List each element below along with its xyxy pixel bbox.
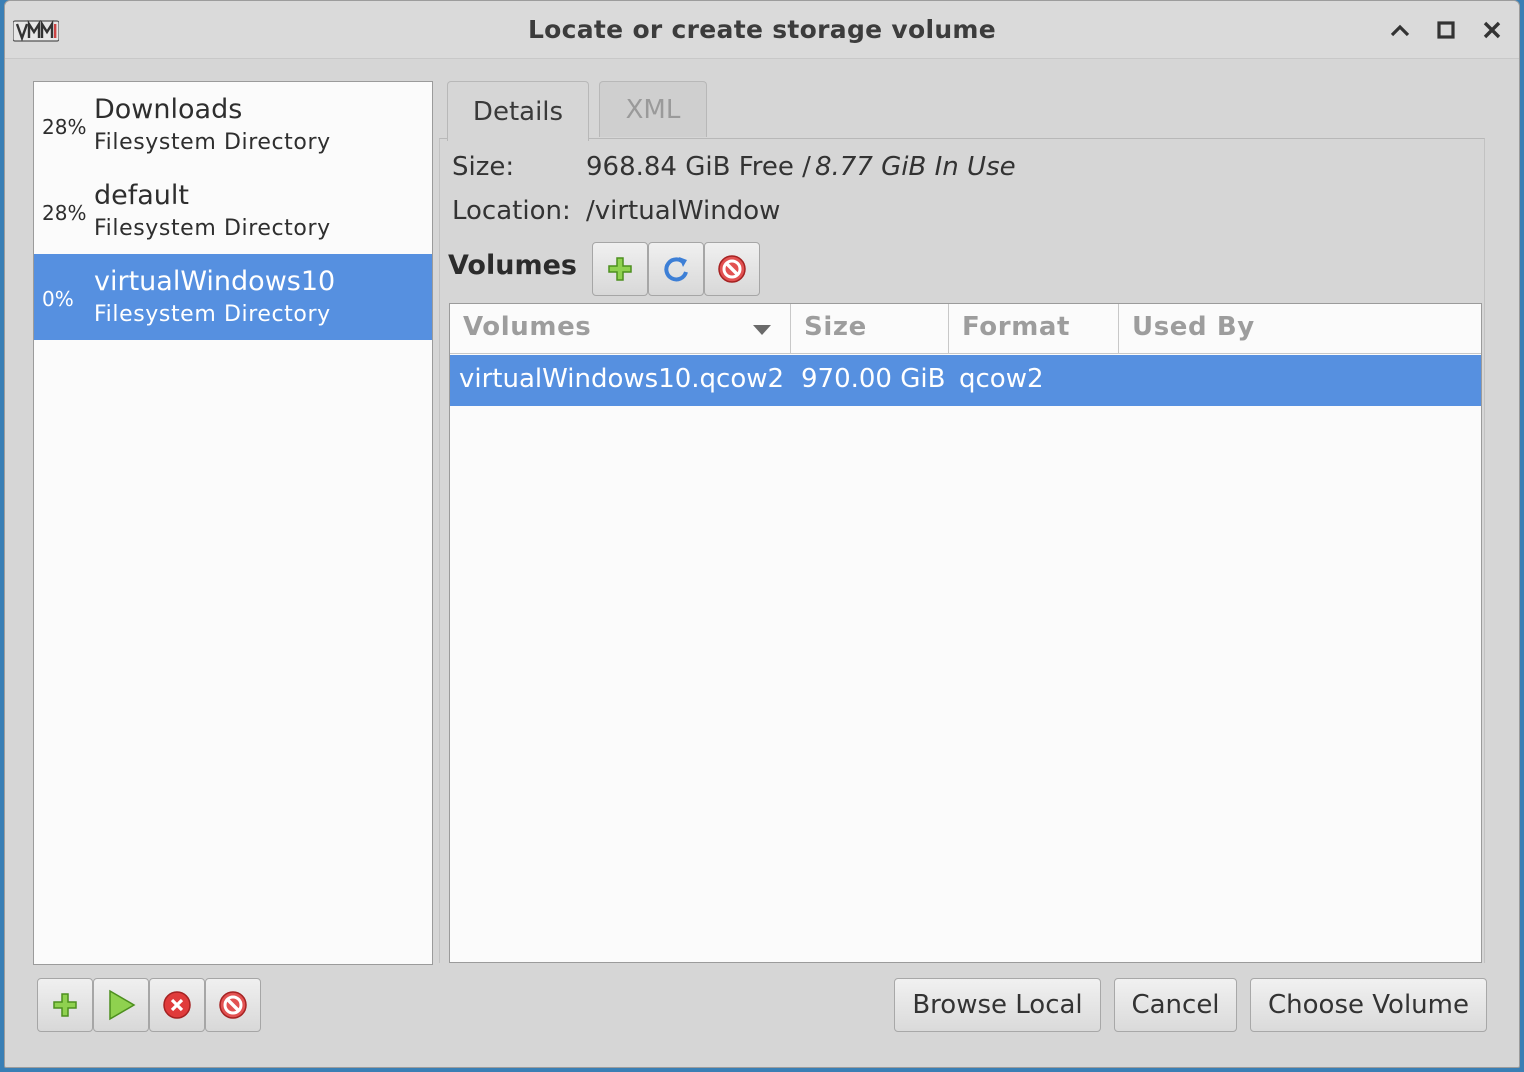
maximize-icon bbox=[1437, 21, 1455, 39]
column-header-used-by[interactable]: Used By bbox=[1119, 304, 1481, 354]
sort-descending-icon bbox=[753, 325, 771, 335]
volume-size-cell: 970.00 GiB bbox=[801, 364, 946, 394]
refresh-volumes-button[interactable] bbox=[648, 242, 704, 296]
close-icon bbox=[1483, 21, 1501, 39]
add-icon bbox=[53, 993, 77, 1017]
delete-pool-button[interactable] bbox=[205, 978, 261, 1032]
table-row[interactable]: virtualWindows10.qcow2 970.00 GiB qcow2 bbox=[450, 355, 1481, 406]
cancel-button[interactable]: Cancel bbox=[1114, 978, 1237, 1032]
size-in-use-value: 8.77 GiB In Use bbox=[815, 152, 1016, 182]
window-title: Locate or create storage volume bbox=[527, 15, 997, 44]
pool-usage-percent: 28% bbox=[42, 115, 87, 139]
pool-name: virtualWindows10 bbox=[94, 266, 336, 297]
size-free-value: 968.84 GiB Free / bbox=[586, 152, 811, 182]
column-header-label: Used By bbox=[1132, 312, 1255, 342]
add-pool-button[interactable] bbox=[37, 978, 93, 1032]
tab-xml[interactable]: XML bbox=[599, 81, 707, 137]
volume-table[interactable]: Volumes Size Format Used By virtualWindo… bbox=[449, 303, 1482, 963]
pool-name: default bbox=[94, 180, 190, 211]
add-volume-button[interactable] bbox=[592, 242, 648, 296]
column-header-label: Volumes bbox=[463, 312, 592, 342]
pool-type: Filesystem Directory bbox=[94, 302, 331, 327]
pool-type: Filesystem Directory bbox=[94, 130, 331, 155]
play-icon bbox=[109, 989, 136, 1021]
storage-pool-list[interactable]: 28% Downloads Filesystem Directory 28% d… bbox=[33, 81, 433, 965]
pool-name: Downloads bbox=[94, 94, 243, 125]
column-header-label: Size bbox=[804, 312, 867, 342]
column-header-volumes[interactable]: Volumes bbox=[450, 304, 791, 354]
browse-local-button[interactable]: Browse Local bbox=[894, 978, 1101, 1032]
pool-item-default[interactable]: 28% default Filesystem Directory bbox=[34, 168, 432, 254]
title-bar[interactable]: Locate or create storage volume bbox=[5, 1, 1519, 59]
chevron-up-icon bbox=[1390, 24, 1410, 37]
column-header-size[interactable]: Size bbox=[791, 304, 949, 354]
refresh-icon bbox=[664, 257, 688, 282]
start-pool-button[interactable] bbox=[93, 978, 149, 1032]
pool-type: Filesystem Directory bbox=[94, 216, 331, 241]
volume-format-cell: qcow2 bbox=[959, 364, 1044, 394]
shade-button[interactable] bbox=[1387, 17, 1413, 43]
pool-usage-percent: 28% bbox=[42, 201, 87, 225]
pool-usage-percent: 0% bbox=[42, 287, 74, 311]
stop-icon bbox=[219, 991, 247, 1019]
stop-pool-button[interactable] bbox=[149, 978, 205, 1032]
tab-details[interactable]: Details bbox=[447, 81, 589, 141]
pool-item-downloads[interactable]: 28% Downloads Filesystem Directory bbox=[34, 82, 432, 168]
stop-icon bbox=[718, 255, 746, 283]
close-button[interactable] bbox=[1479, 17, 1505, 43]
maximize-button[interactable] bbox=[1433, 17, 1459, 43]
column-header-label: Format bbox=[962, 312, 1071, 342]
column-header-format[interactable]: Format bbox=[949, 304, 1119, 354]
volume-name-cell: virtualWindows10.qcow2 bbox=[459, 364, 785, 394]
volumes-heading: Volumes bbox=[448, 250, 577, 281]
stop-x-icon bbox=[163, 991, 191, 1019]
location-label: Location: bbox=[452, 196, 571, 226]
location-value: /virtualWindow bbox=[586, 196, 781, 226]
pool-item-virtualwindows10[interactable]: 0% virtualWindows10 Filesystem Directory bbox=[34, 254, 432, 340]
add-icon bbox=[608, 257, 632, 281]
choose-volume-button[interactable]: Choose Volume bbox=[1250, 978, 1487, 1032]
size-label: Size: bbox=[452, 152, 515, 182]
delete-volume-button[interactable] bbox=[704, 242, 760, 296]
